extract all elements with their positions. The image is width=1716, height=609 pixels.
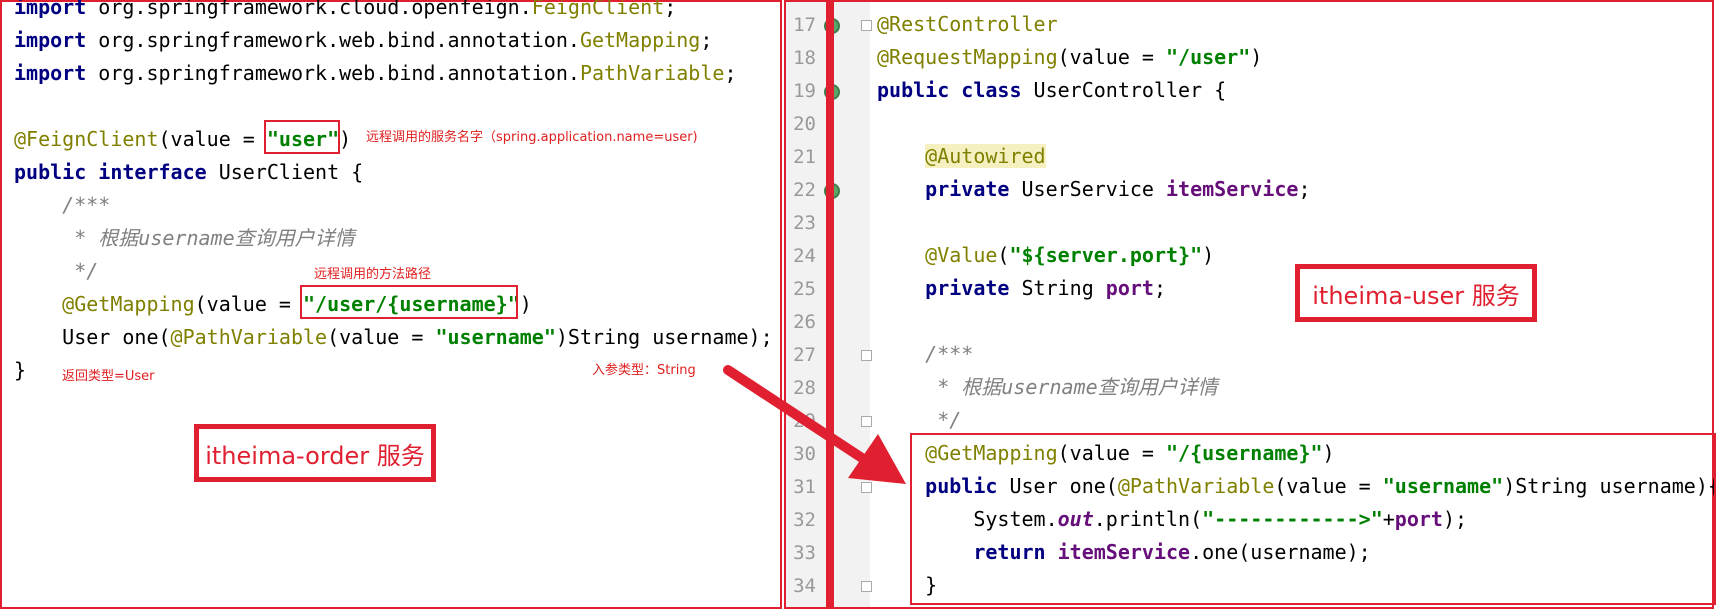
- arrow-icon: [723, 365, 906, 484]
